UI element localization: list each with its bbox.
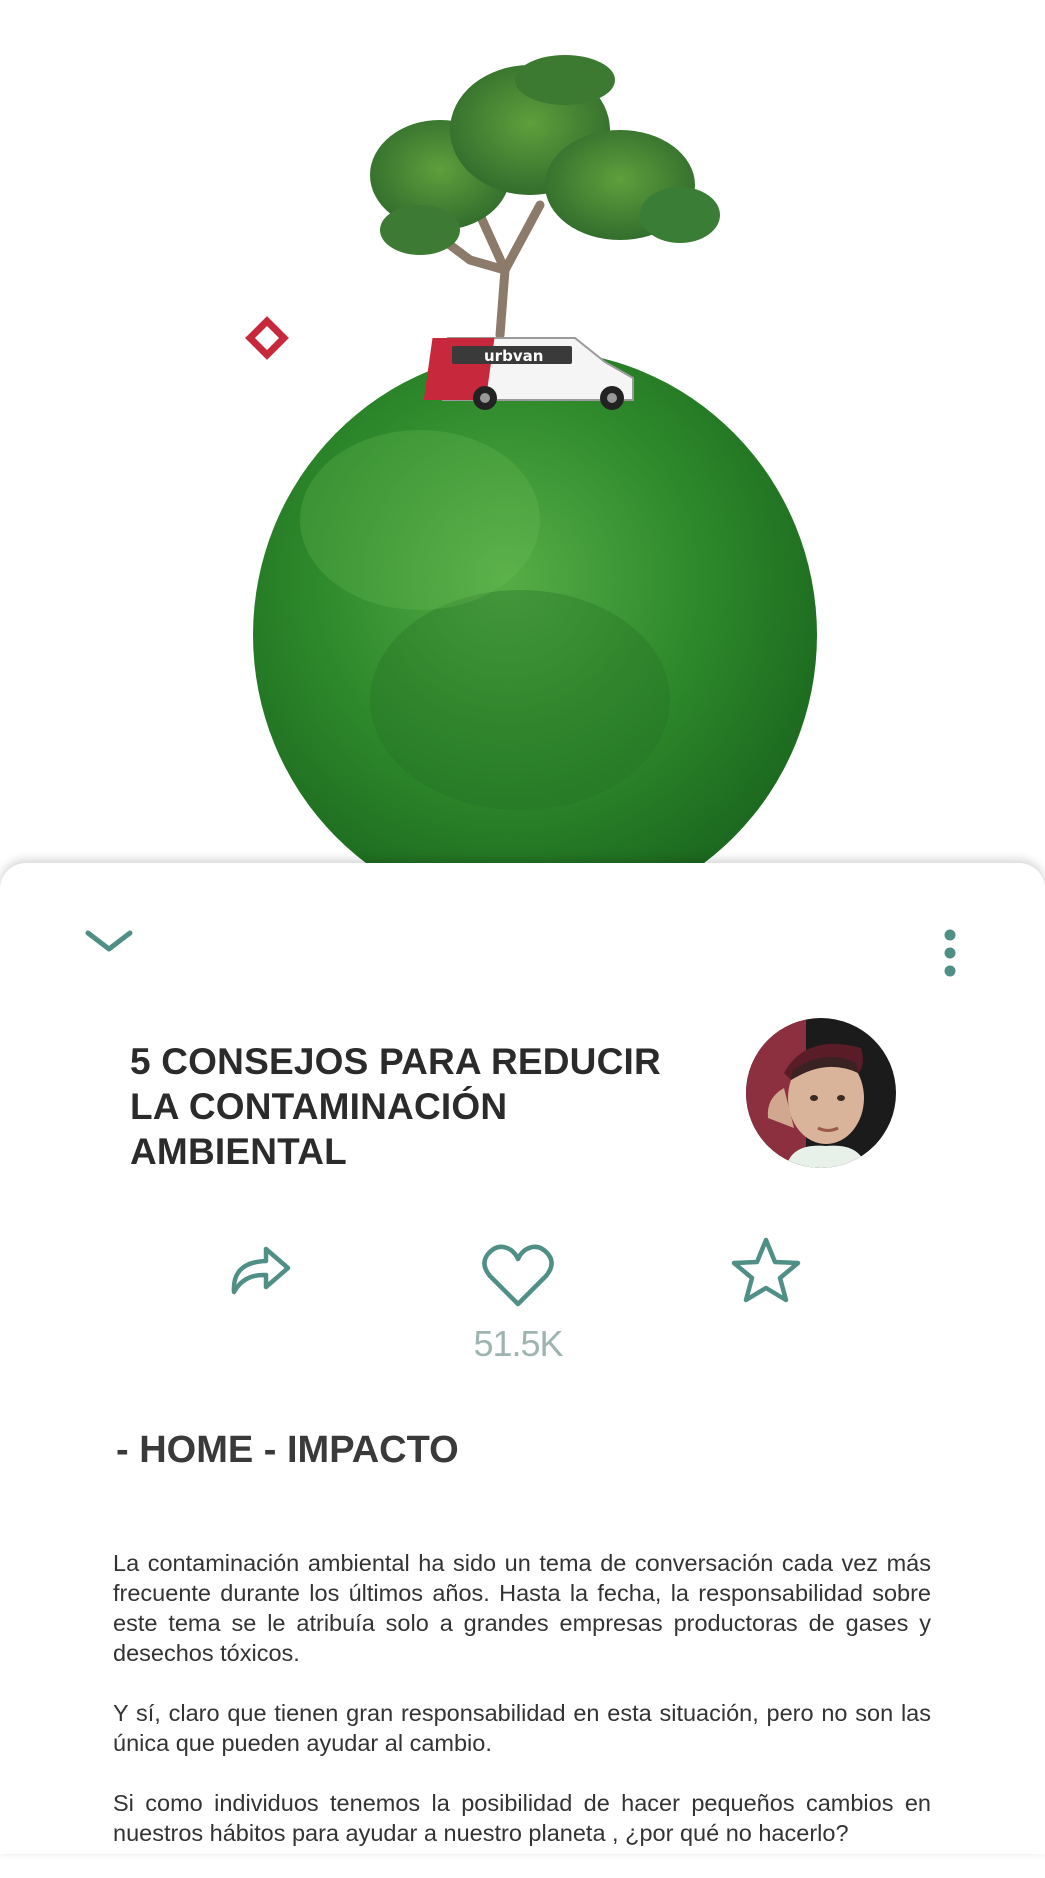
- article-sheet: 5 CONSEJOS PARA REDUCIR LA CONTAMINACIÓN…: [0, 863, 1045, 1854]
- likes-count: 51.5K: [473, 1323, 563, 1364]
- article-body: La contaminación ambiental ha sido un te…: [113, 1548, 931, 1878]
- hero-image: urbvan: [0, 0, 1045, 880]
- breadcrumb: - HOME - IMPACTO: [116, 1429, 459, 1471]
- avatar-photo: [746, 1018, 896, 1168]
- favorite-button[interactable]: [730, 1235, 802, 1305]
- diamond-marker-icon: [245, 316, 289, 360]
- star-icon: [731, 1237, 801, 1303]
- like-button[interactable]: [478, 1240, 558, 1312]
- heart-icon: [482, 1244, 554, 1307]
- vertical-dots-icon: [944, 929, 956, 977]
- article-paragraph: Y sí, claro que tienen gran responsabili…: [113, 1700, 931, 1756]
- chevron-down-icon: [85, 930, 133, 952]
- van-label: urbvan: [484, 347, 543, 365]
- article-paragraph: La contaminación ambiental ha sido un te…: [113, 1550, 931, 1666]
- share-button[interactable]: [226, 1240, 294, 1300]
- article-paragraph: Si como individuos tenemos la posibilida…: [113, 1790, 931, 1846]
- collapse-button[interactable]: [80, 921, 138, 961]
- more-options-button[interactable]: [930, 923, 970, 983]
- grass-globe: [253, 350, 817, 880]
- van: urbvan: [423, 337, 634, 410]
- tree: [370, 55, 720, 340]
- hero-illustration: urbvan: [245, 55, 817, 880]
- article-title: 5 CONSEJOS PARA REDUCIR LA CONTAMINACIÓN…: [130, 1041, 661, 1172]
- share-icon: [231, 1246, 291, 1295]
- author-avatar[interactable]: [746, 1018, 896, 1168]
